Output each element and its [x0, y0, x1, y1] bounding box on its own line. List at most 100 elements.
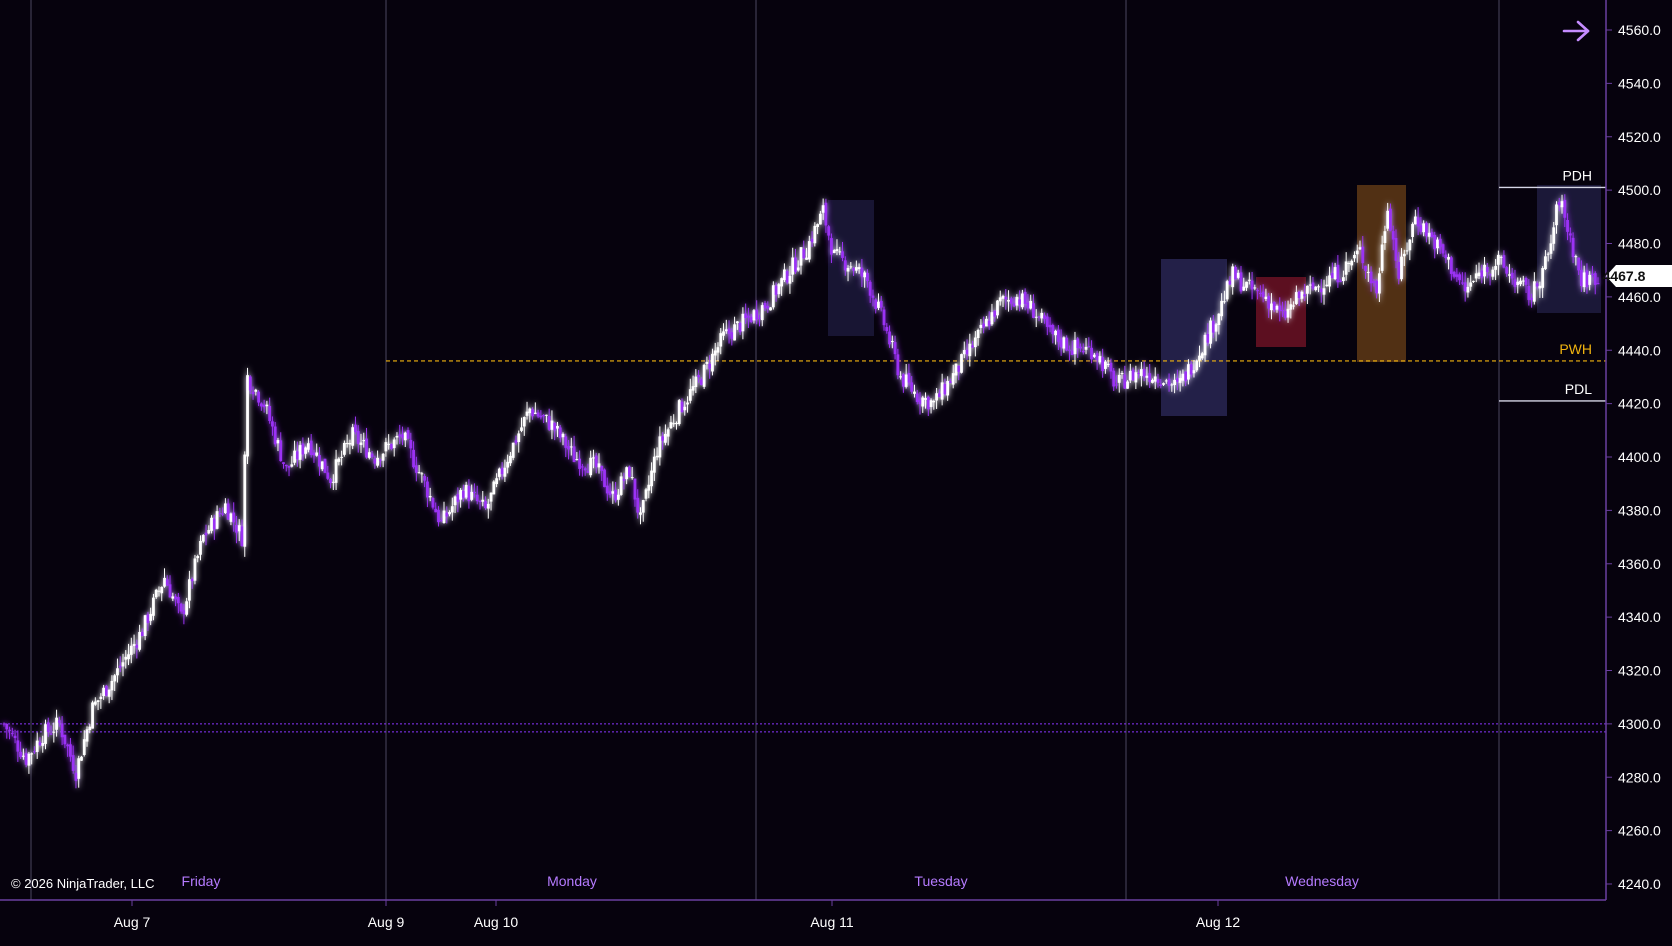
candle-body	[1253, 287, 1257, 289]
candle-body	[420, 473, 424, 475]
candle-body	[80, 756, 83, 761]
candle-body	[525, 411, 529, 416]
candle-body	[470, 491, 474, 500]
candle-body	[1469, 282, 1473, 287]
candle-body	[1001, 296, 1005, 299]
candle-body	[1032, 303, 1035, 318]
candle-body	[578, 458, 582, 469]
price-tick-label: 4520.0	[1618, 129, 1661, 145]
candle-body	[481, 499, 485, 502]
candle-body	[1023, 292, 1027, 304]
candle-body	[30, 753, 34, 755]
candle-body	[1452, 271, 1456, 277]
candle-body	[545, 414, 548, 416]
candle-body	[616, 494, 620, 500]
candle-body	[1377, 273, 1381, 294]
candle-body	[998, 297, 1002, 302]
candle-body	[279, 440, 283, 462]
price-tick-label: 4500.0	[1618, 182, 1661, 198]
candle-body	[331, 481, 335, 483]
candle-body	[1178, 378, 1182, 383]
candle-body	[104, 685, 108, 696]
candle-body	[1134, 372, 1138, 383]
candle-body	[19, 751, 23, 757]
date-label: Aug 12	[1196, 914, 1241, 930]
candle-body	[1270, 303, 1273, 311]
price-tick-label: 4460.0	[1618, 289, 1661, 305]
candle-body	[163, 577, 166, 587]
candle-body	[605, 485, 609, 494]
candle-body	[904, 374, 908, 387]
candle-body	[1164, 380, 1168, 382]
candle-body	[1311, 282, 1315, 289]
candle-body	[838, 251, 842, 253]
candle-body	[810, 238, 814, 243]
candle-body	[1223, 301, 1226, 303]
candle-body	[1342, 277, 1345, 282]
candle-body	[652, 456, 656, 473]
candle-body	[547, 416, 551, 430]
chart-canvas[interactable]: PDH PWH PDL 4560.0 4540.0 4520.0 4500.0 4480.0…	[0, 0, 1672, 941]
candle-body	[965, 349, 969, 355]
candle-body	[769, 307, 772, 311]
candle-body	[1408, 239, 1412, 251]
candle-body	[758, 317, 761, 319]
candle-body	[1416, 217, 1420, 227]
candle-body	[697, 375, 701, 378]
candle-body	[730, 332, 734, 339]
candle-body	[1148, 373, 1152, 382]
candle-body	[849, 266, 853, 268]
candle-body	[1281, 310, 1284, 312]
candle-body	[395, 435, 399, 438]
candle-body	[1389, 208, 1392, 231]
candle-body	[248, 376, 252, 391]
candle-body	[1433, 234, 1437, 250]
candle-body	[1397, 261, 1401, 279]
candle-body	[1026, 302, 1030, 309]
candle-body	[647, 484, 651, 491]
candle-body	[96, 700, 100, 702]
candle-body	[1488, 274, 1492, 276]
candle-body	[1391, 231, 1395, 240]
candle-body	[464, 484, 468, 498]
candle-body	[1463, 282, 1467, 292]
candle-body	[802, 248, 806, 259]
candle-body	[1566, 219, 1569, 232]
candle-body	[1098, 356, 1102, 363]
candle-body	[1007, 299, 1010, 302]
pdh-label: PDH	[1562, 167, 1592, 183]
candle-body	[785, 271, 789, 283]
arrow-right-icon[interactable]	[1562, 20, 1590, 42]
candle-body	[287, 465, 291, 468]
candle-body	[1198, 355, 1201, 361]
candlestick-chart[interactable]: PDH PWH PDL 4560.0 4540.0 4520.0 4500.0 4480.0…	[0, 0, 1672, 941]
candle-body	[639, 512, 642, 515]
candle-body	[1051, 324, 1055, 335]
candle-body	[1159, 384, 1163, 386]
candle-body	[567, 446, 570, 450]
candle-body	[915, 393, 919, 402]
candle-body	[780, 278, 784, 287]
candle-body	[21, 755, 25, 757]
candle-body	[1162, 383, 1165, 385]
candle-body	[807, 241, 811, 260]
candle-body	[949, 381, 952, 384]
candle-body	[550, 420, 554, 430]
candle-body	[503, 467, 507, 477]
candle-body	[1505, 267, 1509, 274]
candle-body	[16, 740, 20, 752]
time-axis[interactable]: Aug 7 Aug 9 Aug 10 Aug 11 Aug 12 Friday Monday…	[0, 873, 1606, 930]
candle-body	[1585, 270, 1589, 288]
candle-body	[1170, 384, 1174, 386]
candle-body	[589, 457, 593, 476]
price-axis[interactable]: 4560.0 4540.0 4520.0 4500.0 4480.0 4460.0 4440…	[1605, 0, 1661, 900]
candle-body	[1508, 274, 1511, 276]
candle-body	[935, 393, 939, 401]
candle-body	[719, 333, 723, 347]
candle-body	[182, 610, 186, 614]
candle-body	[1582, 272, 1586, 288]
candle-body	[1267, 296, 1271, 309]
candle-body	[235, 524, 238, 533]
candle-body	[307, 443, 310, 450]
candle-body	[381, 453, 385, 461]
